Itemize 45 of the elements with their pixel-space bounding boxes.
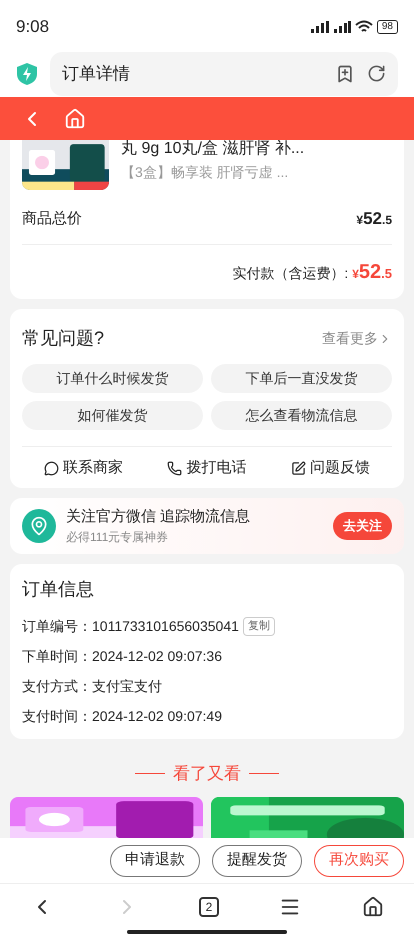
copy-button[interactable]: 复制 (242, 617, 275, 636)
feedback-icon (290, 460, 306, 476)
info-label: 支付时间： (22, 707, 92, 726)
info-value: 1011733101656035041 (92, 617, 239, 636)
info-value: 支付宝支付 (92, 677, 162, 696)
shield-icon (16, 62, 38, 86)
phone-icon (167, 460, 182, 476)
info-label: 支付方式： (22, 677, 92, 696)
follow-title: 关注官方微信 追踪物流信息 (66, 506, 252, 526)
follow-subtitle: 必得111元专属神券 (66, 529, 170, 546)
status-time: 9:08 (16, 16, 50, 38)
reload-icon[interactable] (367, 64, 386, 83)
question-chip[interactable]: 怎么查看物流信息 (211, 401, 392, 430)
info-value: 2024-12-02 09:07:36 (92, 647, 222, 666)
paid-price: ¥52.5 (352, 260, 392, 285)
order-action-button[interactable]: 申请退款 (110, 844, 200, 876)
info-label: 订单编号： (22, 617, 92, 636)
info-value: 2024-12-02 09:07:49 (92, 707, 222, 726)
buy-again-button[interactable]: 再次购买 (314, 844, 404, 876)
contact-action[interactable]: 联系商家 (44, 457, 124, 480)
total-label: 商品总价 (22, 208, 82, 229)
product-spec: 【3盒】畅享装 肝肾亏虚 ... (121, 163, 290, 182)
address-bar[interactable]: 订单详情 (50, 52, 398, 96)
chat-icon (44, 460, 60, 476)
page-title: 订单详情 (62, 62, 131, 85)
see-more-link[interactable]: 查看更多 (322, 328, 392, 349)
question-chip[interactable]: 如何催发货 (22, 401, 203, 430)
home-icon[interactable] (362, 896, 384, 918)
question-chip[interactable]: 订单什么时候发货 (22, 364, 203, 393)
order-info-title: 订单信息 (22, 578, 95, 601)
total-price: ¥52.5 (356, 208, 392, 230)
contact-action[interactable]: 拨打电话 (167, 457, 246, 480)
faq-title: 常见问题? (22, 327, 104, 350)
location-pin-icon (22, 508, 56, 543)
order-action-button[interactable]: 提醒发货 (212, 844, 302, 876)
follow-button[interactable]: 去关注 (333, 512, 392, 540)
tab-count-button[interactable]: 2 (198, 897, 219, 917)
signal-icon (310, 21, 351, 33)
question-chip[interactable]: 下单后一直没发货 (211, 364, 392, 393)
paid-label: 实付款（含运费）: (232, 264, 348, 283)
contact-action[interactable]: 问题反馈 (290, 457, 370, 480)
info-label: 下单时间： (22, 647, 92, 666)
wifi-icon (354, 20, 373, 34)
recommend-title: 看了又看 (173, 763, 241, 785)
battery-indicator: 98 (376, 20, 398, 34)
